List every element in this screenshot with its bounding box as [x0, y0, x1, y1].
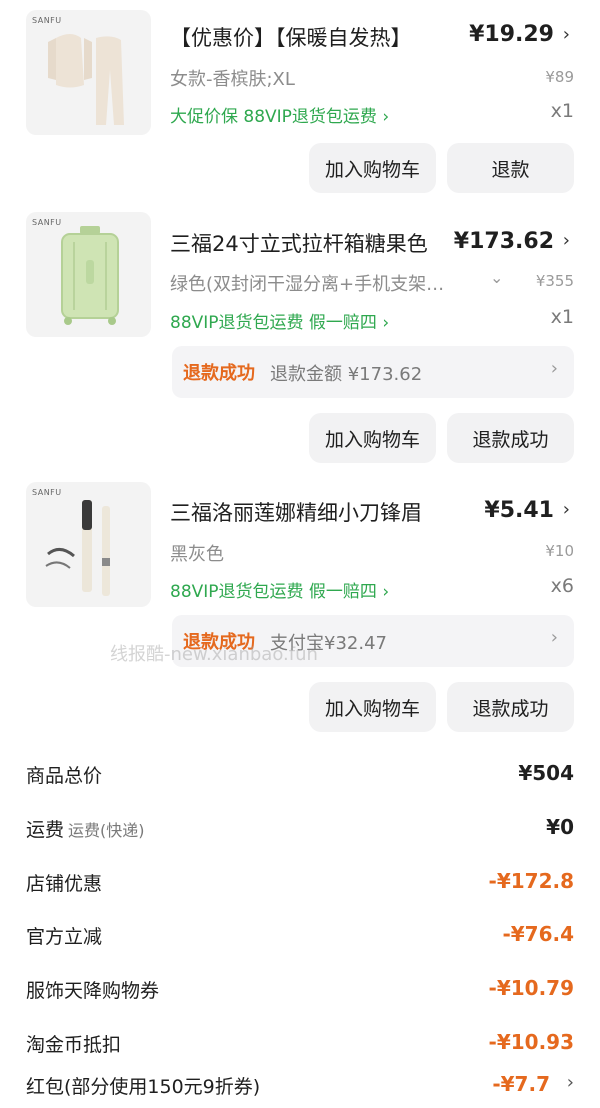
original-price: ¥89 [545, 68, 574, 86]
summary-sublabel: 运费(快递) [68, 821, 145, 840]
thermal-set-illustration [48, 34, 124, 125]
summary-coupon: 服饰天降购物券 -¥10.79 [26, 976, 574, 1006]
product-image-thermal-set[interactable]: SANFU [26, 10, 151, 135]
chevron-right-icon[interactable]: › [563, 230, 570, 251]
summary-total: 商品总价 ¥504 [26, 761, 574, 791]
product-title[interactable]: 三福洛丽莲娜精细小刀锋眉 [170, 497, 470, 527]
brand-logo: SANFU [32, 488, 62, 497]
summary-red-packet[interactable]: 红包(部分使用150元9折券) -¥7.7 › [26, 1072, 574, 1102]
product-title[interactable]: 三福24寸立式拉杆箱糖果色 [170, 228, 450, 258]
summary-taojinbi: 淘金币抵扣 -¥10.93 [26, 1030, 574, 1060]
summary-value: ¥504 [518, 761, 574, 785]
summary-shipping: 运费 运费(快递) ¥0 [26, 815, 574, 845]
service-tags[interactable]: 88VIP退货包运费 假一赔四 › [170, 308, 389, 333]
quantity: x1 [550, 100, 574, 122]
chevron-right-icon: › [550, 627, 558, 648]
add-to-cart-button[interactable]: 加入购物车 [309, 682, 436, 732]
quantity: x6 [550, 575, 574, 597]
add-to-cart-button[interactable]: 加入购物车 [309, 143, 436, 193]
product-sku[interactable]: 绿色(双封闭干湿分离+手机支架… [170, 270, 480, 296]
refund-success-button[interactable]: 退款成功 [447, 413, 574, 463]
summary-value: -¥172.8 [488, 869, 574, 893]
summary-store-discount: 店铺优惠 -¥172.8 [26, 869, 574, 899]
product-price: ¥5.41 [484, 498, 554, 523]
refund-status: 退款成功 [183, 363, 255, 384]
watermark: 线报酷-new.xianbao.fun [110, 644, 318, 665]
summary-label: 运费 [26, 819, 65, 841]
summary-value: -¥76.4 [502, 922, 574, 946]
brand-logo: SANFU [32, 218, 62, 227]
summary-label: 红包(部分使用150元9折券) [26, 1076, 261, 1098]
original-price: ¥10 [545, 542, 574, 560]
refund-status-bar[interactable]: 退款成功 退款金额 ¥173.62 › [172, 346, 574, 398]
quantity: x1 [550, 306, 574, 328]
chevron-right-icon[interactable]: › [563, 24, 570, 45]
refund-button[interactable]: 退款 [447, 143, 574, 193]
summary-label: 商品总价 [26, 765, 103, 787]
summary-label: 服饰天降购物券 [26, 980, 160, 1002]
service-tags[interactable]: 88VIP退货包运费 假一赔四 › [170, 577, 389, 602]
eyebrow-pencil-illustration [45, 500, 110, 596]
refund-success-button[interactable]: 退款成功 [447, 682, 574, 732]
product-image-suitcase[interactable]: SANFU [26, 212, 151, 337]
product-sku[interactable]: 黑灰色 [170, 540, 470, 566]
suitcase-illustration [61, 226, 119, 325]
product-image-eyebrow-pencil[interactable]: SANFU [26, 482, 151, 607]
add-to-cart-button[interactable]: 加入购物车 [309, 413, 436, 463]
chevron-down-icon[interactable]: ⌄ [490, 268, 503, 287]
chevron-right-icon: › [550, 358, 558, 379]
brand-logo: SANFU [32, 16, 62, 25]
refund-amount: 退款金额 ¥173.62 [270, 364, 423, 385]
chevron-right-icon[interactable]: › [563, 499, 570, 520]
product-title[interactable]: 【优惠价】【保暖自发热】 [170, 22, 450, 52]
summary-value: ¥0 [546, 815, 574, 839]
summary-label: 店铺优惠 [26, 873, 103, 895]
summary-label: 淘金币抵扣 [26, 1034, 122, 1056]
service-tags[interactable]: 大促价保 88VIP退货包运费 › [170, 102, 389, 127]
product-sku[interactable]: 女款-香槟肤;XL [170, 65, 470, 91]
product-price: ¥19.29 [469, 22, 554, 47]
summary-value: -¥10.93 [488, 1030, 574, 1054]
product-price: ¥173.62 [453, 229, 554, 254]
summary-value: -¥7.7 [492, 1072, 550, 1096]
summary-official-discount: 官方立减 -¥76.4 [26, 922, 574, 952]
summary-value: -¥10.79 [488, 976, 574, 1000]
summary-label: 官方立减 [26, 926, 103, 948]
chevron-right-icon[interactable]: › [567, 1072, 574, 1093]
original-price: ¥355 [535, 272, 574, 290]
